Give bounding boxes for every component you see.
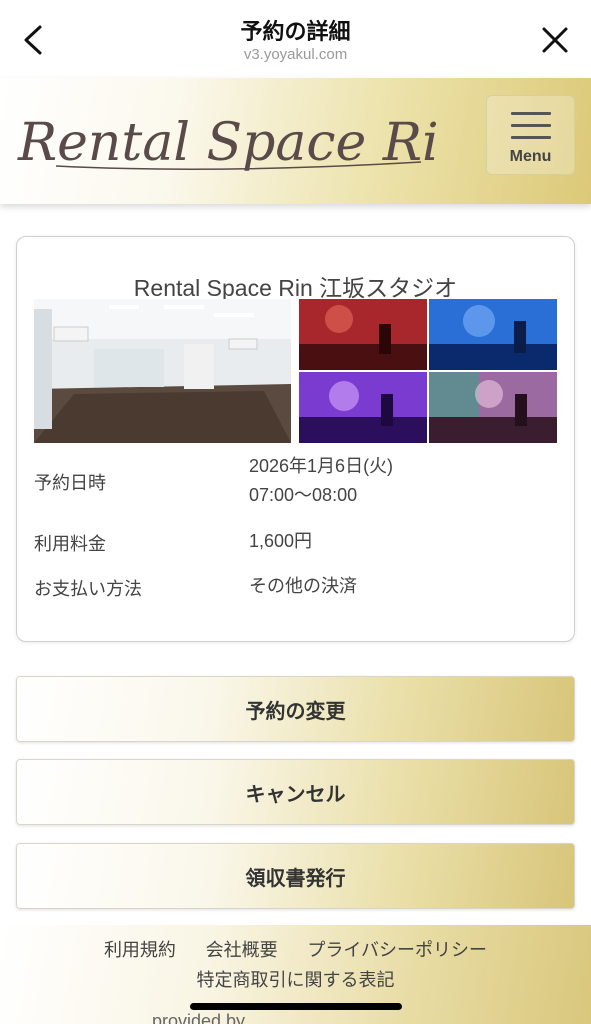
page-title: 予約の詳細 [240,20,351,45]
payment-method-label: お支払い方法 [34,579,142,600]
change-reservation-button[interactable]: 予約の変更 [16,676,575,742]
home-indicator [190,1003,402,1010]
studio-photo-red [299,299,427,370]
issue-receipt-button[interactable]: 領収書発行 [16,843,575,909]
hamburger-icon [511,112,551,148]
company-link[interactable]: 会社概要 [206,940,278,961]
lighting-photo-grid [299,299,557,443]
privacy-link[interactable]: プライバシーポリシー [307,940,487,961]
reservation-time-value: 07:00〜08:00 [249,485,358,505]
footer-links: 利用規約 会社概要 プライバシーポリシー [0,936,591,962]
menu-button[interactable]: Menu [486,95,575,175]
cancel-button[interactable]: キャンセル [16,759,575,825]
studio-photo-mixed [429,372,557,443]
provided-by-text: provided by [152,1011,246,1024]
terms-link[interactable]: 利用規約 [104,940,176,961]
studio-photo-blue [429,299,557,370]
fee-value: 1,600円 [249,531,313,551]
rental-space-rin-logo[interactable]: Rental Space Rin. [16,100,436,180]
browser-top-bar: 予約の詳細 v3.yoyakul.com [0,0,591,78]
commerce-law-link[interactable]: 特定商取引に関する表記 [0,966,591,992]
page-url: v3.yoyakul.com [243,46,348,63]
payment-method-value: その他の決済 [249,576,357,596]
studio-photo [34,299,291,443]
studio-photo-purple [299,372,427,443]
fee-label: 利用料金 [34,534,106,555]
reservation-date-value: 2026年1月6日(火) [249,456,394,476]
close-icon[interactable] [541,26,569,54]
reservation-card: Rental Space Rin 江坂スタジオ 予約日時 2026年1月6日(火… [16,236,575,642]
menu-label: Menu [509,148,552,165]
reservation-date-label: 予約日時 [34,473,106,494]
studio-name: Rental Space Rin 江坂スタジオ [133,275,458,301]
